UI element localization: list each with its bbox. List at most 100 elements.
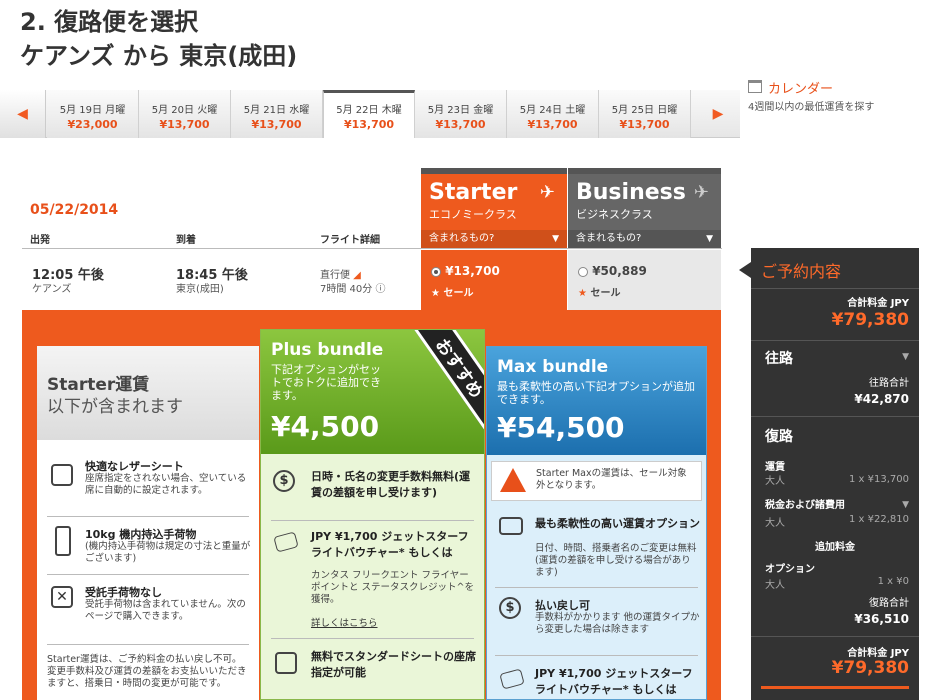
col-arrive: 到着 <box>176 235 196 246</box>
starter-fare-option[interactable]: ¥13,700 ★ セール <box>421 250 567 310</box>
date-tab[interactable]: 5月 19日 月曜 ¥23,000 <box>47 90 139 138</box>
date-price: ¥13,700 <box>251 118 302 131</box>
arrive-city: 東京(成田) <box>176 284 224 295</box>
included-dropdown[interactable]: 含まれるもの? ▼ <box>568 230 721 248</box>
feature-title: 無料でスタンダードシートの座席指定が可能 <box>311 650 476 679</box>
date-tab[interactable]: 5月 25日 日曜 ¥13,700 <box>599 90 691 138</box>
business-price-row: ¥50,889 <box>578 264 647 278</box>
divider <box>22 248 722 249</box>
adult-label: 大人 <box>765 580 785 591</box>
feature-title: JPY ¥1,700 ジェットスターフライトバウチャー* もしくは <box>535 667 693 696</box>
seat-icon <box>51 464 73 486</box>
chevron-down-icon[interactable]: ▼ <box>902 500 909 510</box>
max-bundle-card[interactable]: Max bundle 最も柔軟性の高い下記オプションが追加できます。 ¥54,5… <box>486 346 707 700</box>
bundle-price: ¥4,500 <box>271 410 380 443</box>
fare-class-name: Starter <box>429 180 518 205</box>
seat-icon <box>275 652 297 674</box>
date-price: ¥13,700 <box>435 118 486 131</box>
date-label: 5月 25日 日曜 <box>611 105 678 116</box>
star-icon: ★ <box>431 288 440 299</box>
feature-desc: カンタス フリークエント フライヤー ポイントと ステータスクレジット^を獲得。 <box>311 570 474 605</box>
date-price: ¥13,700 <box>159 118 210 131</box>
business-radio[interactable] <box>578 266 588 277</box>
included-label: 含まれるもの? <box>429 233 495 244</box>
adult-label: 大人 <box>765 518 785 529</box>
booking-summary: ご予約内容 合計料金 JPY ¥79,380 往路 ▼ 往路合計 ¥42,870… <box>751 248 919 700</box>
feature-title: 快適なレザーシート <box>85 460 184 473</box>
feature-desc: (機内持込手荷物は規定の寸法と重量がございます) <box>85 541 251 564</box>
duration-label: 7時間 40分 <box>320 284 373 295</box>
divider <box>495 655 698 656</box>
voucher-icon <box>273 531 299 553</box>
calendar-change-icon <box>499 517 523 535</box>
calendar-subtext: 4週間以内の最低運賃を探す <box>748 102 875 113</box>
feature-title: 最も柔軟性の高い運賃オプション <box>535 517 700 530</box>
dollar-icon: $ <box>273 470 295 492</box>
total-label: 合計料金 JPY <box>847 648 909 659</box>
chevron-down-icon[interactable]: ▼ <box>902 352 909 362</box>
feature-title: 払い戻し可 <box>535 599 590 612</box>
divider <box>751 636 919 637</box>
date-tab[interactable]: 5月 20日 火曜 ¥13,700 <box>139 90 231 138</box>
outbound-toggle[interactable]: 往路 <box>765 348 793 368</box>
tax-label: 税金および諸費用 <box>765 500 845 511</box>
bundle-price: ¥54,500 <box>497 411 625 444</box>
date-tab[interactable]: 5月 24日 土曜 ¥13,700 <box>507 90 599 138</box>
feature-title: JPY ¥1,700 ジェットスターフライトバウチャー* もしくは <box>311 530 469 559</box>
divider <box>751 288 919 289</box>
next-dates-arrow-icon[interactable]: ▶ <box>696 90 740 138</box>
date-tab[interactable]: 5月 22日 木曜 ¥13,700 <box>323 90 415 138</box>
business-price: ¥50,889 <box>592 264 647 278</box>
voucher-icon <box>499 668 525 690</box>
col-depart: 出発 <box>30 235 50 246</box>
included-dropdown[interactable]: 含まれるもの? ▼ <box>421 230 567 248</box>
date-price: ¥13,700 <box>619 118 670 131</box>
fare-class-sub: ビジネスクラス <box>576 208 653 221</box>
page-title: 2. 復路便を選択 <box>20 8 199 36</box>
feature-desc: 座席指定をされない場合、空いている席に自動的に設定されます。 <box>85 473 247 496</box>
return-sub: 復路合計 <box>869 598 909 609</box>
fare-label: 運賃 <box>765 462 785 473</box>
plus-bundle-card[interactable]: Plus bundle 下記オプションがセットでおトクに追加できます。 ¥4,5… <box>260 329 485 700</box>
calendar-icon[interactable] <box>748 80 762 93</box>
divider <box>495 587 698 588</box>
feature-desc: 手数料がかかります 他の運賃タイプから変更した場合は除きます <box>535 612 700 635</box>
feature-title: 日時・氏名の変更手数料無料(運賃の差額を申し受けます) <box>311 470 471 499</box>
starter-card-subtitle: 以下が含まれます <box>47 397 183 417</box>
details-link[interactable]: 詳しくはこちら <box>311 618 378 630</box>
outbound-total: ¥42,870 <box>854 392 909 406</box>
fare-class-starter[interactable]: Starter ✈ エコノミークラス 含まれるもの? ▼ <box>421 168 567 248</box>
date-price: ¥13,700 <box>527 118 578 131</box>
calendar-link[interactable]: カレンダー <box>768 78 833 97</box>
business-fare-option[interactable]: ¥50,889 ★ セール <box>568 250 721 310</box>
date-label: 5月 24日 土曜 <box>519 105 586 116</box>
fare-class-business[interactable]: Business ✈ ビジネスクラス 含まれるもの? ▼ <box>568 168 721 248</box>
divider <box>751 416 919 417</box>
feature-title: 10kg 機内持込手荷物 <box>85 528 197 541</box>
info-icon[interactable]: ⓘ <box>375 284 385 295</box>
bundle-title: Plus bundle <box>271 340 384 360</box>
extra-label: 追加料金 <box>815 542 855 553</box>
total-label: 合計料金 JPY <box>847 298 909 309</box>
fare-value: 1 x ¥13,700 <box>849 474 909 485</box>
divider <box>751 340 919 341</box>
tax-value: 1 x ¥22,810 <box>849 514 909 525</box>
refund-icon: $ <box>499 597 521 619</box>
starter-price-row: ¥13,700 <box>431 264 500 278</box>
accent-bar <box>761 686 909 689</box>
date-label: 5月 19日 月曜 <box>59 105 126 116</box>
business-sale: ★ セール <box>578 284 620 299</box>
prev-dates-arrow-icon[interactable]: ◀ <box>0 90 46 138</box>
warning-icon <box>500 468 526 492</box>
date-tab[interactable]: 5月 21日 水曜 ¥13,700 <box>231 90 323 138</box>
flight-row: 12:05 午後 ケアンズ 18:45 午後 東京(成田) 直行便 ◢ 7時間 … <box>22 250 421 310</box>
starter-sale: ★ セール <box>431 284 473 299</box>
date-label: 5月 21日 水曜 <box>243 105 310 116</box>
total-price: ¥79,380 <box>831 310 909 330</box>
feature-title: 受託手荷物なし <box>85 586 162 599</box>
return-label: 復路 <box>765 429 793 445</box>
luggage-icon <box>55 526 71 556</box>
flight-type[interactable]: 直行便 ◢ <box>320 266 361 281</box>
starter-radio[interactable] <box>431 266 441 277</box>
date-tab[interactable]: 5月 23日 金曜 ¥13,700 <box>415 90 507 138</box>
